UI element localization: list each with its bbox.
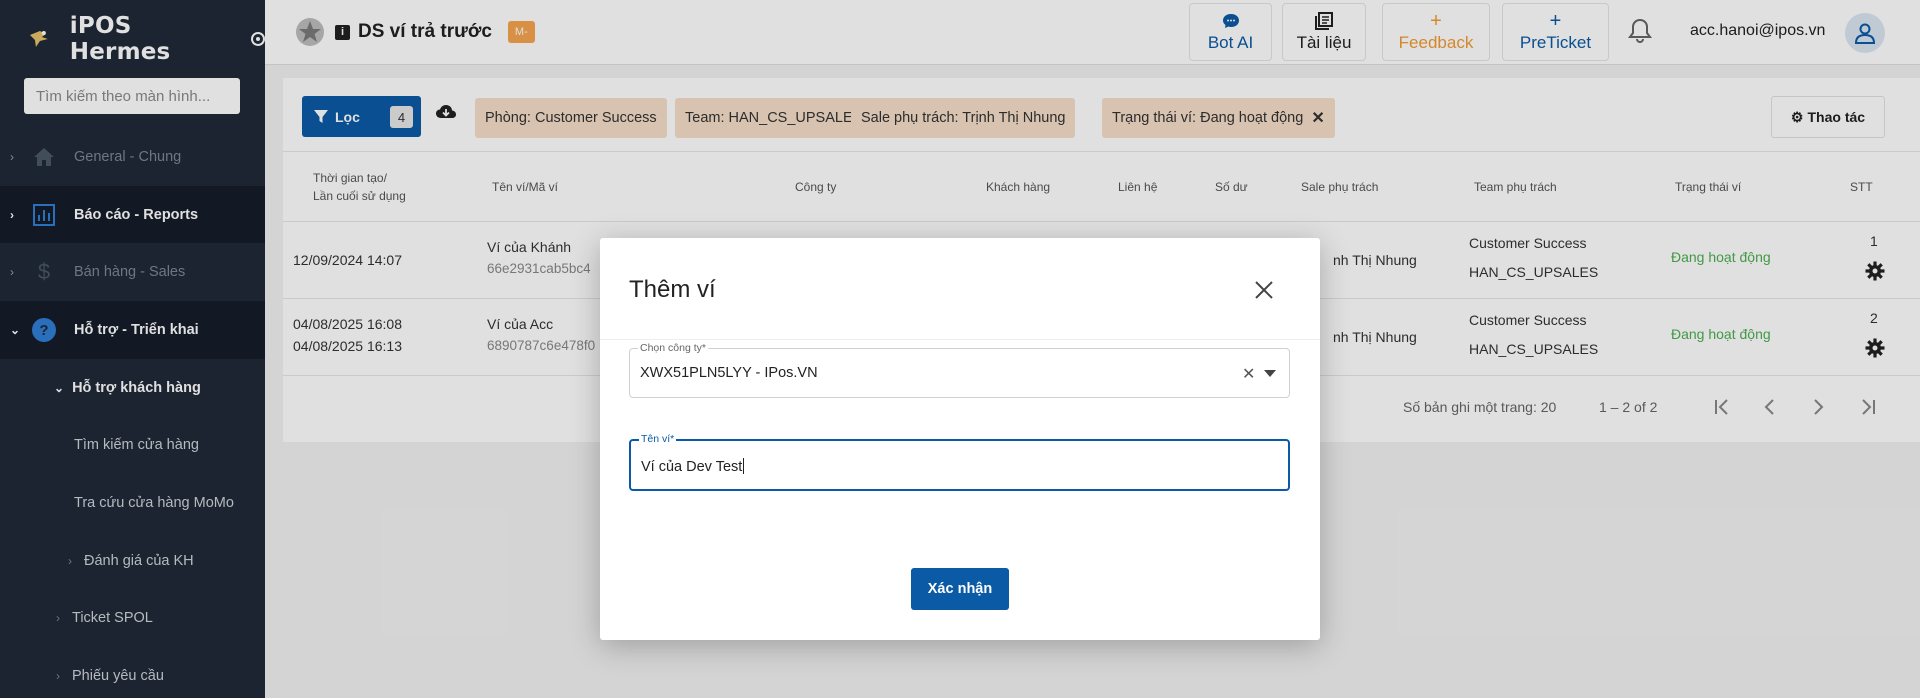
dialog-divider xyxy=(600,339,1320,340)
add-wallet-dialog: Thêm ví Chọn công ty* XWX51PLN5LYY - IPo… xyxy=(600,238,1320,640)
wallet-name-label: Tên ví* xyxy=(639,433,677,445)
confirm-button[interactable]: Xác nhận xyxy=(911,568,1009,610)
wallet-name-input[interactable]: Tên ví* Ví của Dev Test xyxy=(629,433,1290,491)
text-caret xyxy=(743,458,745,474)
clear-icon[interactable]: ✕ xyxy=(1242,364,1255,384)
company-select-label: Chọn công ty* xyxy=(638,342,708,354)
company-select[interactable]: Chọn công ty* XWX51PLN5LYY - IPos.VN ✕ xyxy=(629,342,1290,398)
dropdown-arrow-icon[interactable] xyxy=(1264,370,1276,377)
wallet-name-text: Ví của Dev Test xyxy=(641,459,743,475)
dialog-title: Thêm ví xyxy=(629,276,716,303)
company-select-value: XWX51PLN5LYY - IPos.VN xyxy=(640,365,818,381)
close-icon[interactable] xyxy=(1254,280,1274,300)
wallet-name-value: Ví của Dev Test xyxy=(641,458,745,475)
